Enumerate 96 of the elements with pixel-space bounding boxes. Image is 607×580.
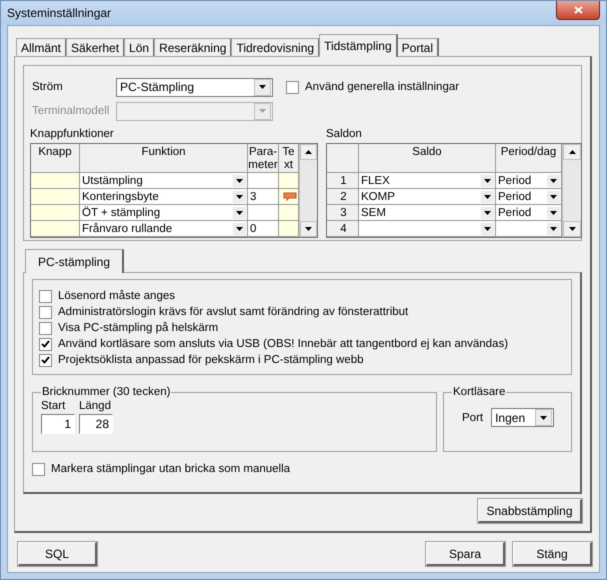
- row-number: 4: [327, 221, 359, 237]
- caret-icon: [484, 226, 491, 230]
- row-number: 3: [327, 205, 359, 221]
- checkbox[interactable]: [39, 322, 52, 334]
- tab[interactable]: Portal: [396, 38, 440, 56]
- tab[interactable]: Tidstämpling: [319, 34, 398, 57]
- close-icon: [574, 6, 582, 14]
- caret-icon: [550, 178, 557, 182]
- tab[interactable]: Lön: [124, 38, 156, 56]
- field-label: Längd: [79, 400, 112, 412]
- tab[interactable]: Allmänt: [16, 38, 68, 56]
- sql-button[interactable]: SQL: [18, 542, 97, 566]
- checkbox-label: Använd generella inställningar: [305, 81, 460, 93]
- table-cell[interactable]: Period: [496, 173, 562, 189]
- dialog-button[interactable]: Spara: [426, 542, 505, 566]
- caret-icon: [550, 210, 557, 214]
- table-cell: [248, 173, 279, 189]
- dialog-button[interactable]: Stäng: [513, 542, 592, 566]
- field-label: Port: [462, 412, 484, 424]
- table-cell[interactable]: Utstämpling: [80, 173, 248, 189]
- tab[interactable]: Säkerhet: [66, 38, 126, 56]
- field-label: Terminalmodell: [31, 105, 110, 117]
- caret-icon: [236, 194, 243, 198]
- table-cell[interactable]: Period: [496, 189, 562, 205]
- caret-icon: [484, 178, 491, 182]
- scrollbar[interactable]: [299, 144, 317, 237]
- column-header: Para- meter: [248, 144, 279, 173]
- caret-icon: [305, 227, 312, 231]
- table-cell[interactable]: [496, 221, 562, 237]
- checkbox-label: Använd kortläsare som ansluts via USB (OBS! Innebär att tangentbord ej kan användas): [58, 338, 508, 350]
- arrow-up-icon: [305, 150, 312, 154]
- table-cell: 3: [248, 189, 279, 205]
- note-icon: [282, 192, 296, 201]
- dropdown-field[interactable]: PC-Stämpling: [116, 78, 273, 96]
- column-header: Period/dag: [496, 144, 562, 173]
- checkbox[interactable]: [39, 306, 52, 318]
- field-label: Ström: [31, 81, 64, 93]
- caret-icon: [259, 109, 266, 113]
- caret-icon: [236, 178, 243, 182]
- checkbox[interactable]: [39, 290, 52, 302]
- table-cell: [31, 221, 80, 237]
- number-field[interactable]: 1: [41, 414, 75, 434]
- tab[interactable]: Tidredovisning: [231, 38, 320, 56]
- grid-title: Knappfunktioner: [30, 128, 115, 140]
- checkbox-label: Lösenord måste anges: [58, 290, 175, 302]
- field-label: Start: [41, 400, 66, 412]
- checkbox[interactable]: [39, 338, 52, 350]
- table-cell[interactable]: Frånvaro rullande: [80, 221, 248, 237]
- table-cell[interactable]: KOMP: [359, 189, 496, 205]
- caret-icon: [550, 226, 557, 230]
- table-cell[interactable]: SEM: [359, 205, 496, 221]
- caret-icon: [484, 210, 491, 214]
- column-header: Saldo: [359, 144, 496, 173]
- group-title: Bricknummer (30 tecken): [41, 386, 172, 398]
- caret-icon: [484, 194, 491, 198]
- row-number: 2: [327, 189, 359, 205]
- tab[interactable]: PC-stämpling: [25, 249, 124, 273]
- table-cell[interactable]: ÖT + stämpling: [80, 205, 248, 221]
- checkbox[interactable]: [286, 80, 299, 94]
- scrollbar[interactable]: [562, 144, 581, 237]
- column-header: Funktion: [80, 144, 248, 173]
- table-cell[interactable]: Period: [496, 205, 562, 221]
- table-cell: [31, 205, 80, 221]
- close-button[interactable]: [556, 1, 600, 20]
- group-title: Kortläsare: [452, 386, 506, 398]
- table-cell[interactable]: Konteringsbyte: [80, 189, 248, 205]
- table-cell: [31, 189, 80, 205]
- checkbox-label: Markera stämplingar utan bricka som manuella: [51, 463, 290, 475]
- caret-icon: [550, 194, 557, 198]
- checkbox-label: Projektsöklista anpassad för pekskärm i PC-stämpling webb: [58, 354, 364, 366]
- checkbox[interactable]: [39, 354, 52, 366]
- arrow-up-icon: [568, 150, 576, 154]
- header-corner: [327, 144, 359, 173]
- tab[interactable]: Reseräkning: [154, 38, 232, 56]
- window-title: Systeminställningar: [7, 6, 112, 20]
- column-header: Knapp: [31, 144, 80, 173]
- column-header: Te xt: [279, 144, 299, 173]
- table-cell: [31, 173, 80, 189]
- table-cell[interactable]: FLEX: [359, 173, 496, 189]
- checkbox-label: Administratörslogin krävs för avslut samt förändring av fönsterattribut: [58, 306, 408, 318]
- table-cell[interactable]: [359, 221, 496, 237]
- grid-title: Saldon: [326, 128, 363, 140]
- dropdown-field[interactable]: Ingen: [491, 408, 554, 427]
- table-cell: [248, 205, 279, 221]
- table-cell: 0: [248, 221, 279, 237]
- caret-icon: [540, 416, 548, 420]
- checkbox[interactable]: [32, 462, 45, 476]
- caret-icon: [236, 226, 243, 230]
- dropdown-field[interactable]: [116, 102, 273, 120]
- caret-icon: [259, 85, 266, 89]
- number-field[interactable]: 28: [79, 414, 113, 434]
- quick-stamp-button[interactable]: Snabbstämpling: [478, 499, 582, 523]
- caret-icon: [236, 210, 243, 214]
- checkbox-label: Visa PC-stämpling på helskärm: [58, 322, 218, 334]
- caret-icon: [568, 227, 576, 231]
- row-number: 1: [327, 173, 359, 189]
